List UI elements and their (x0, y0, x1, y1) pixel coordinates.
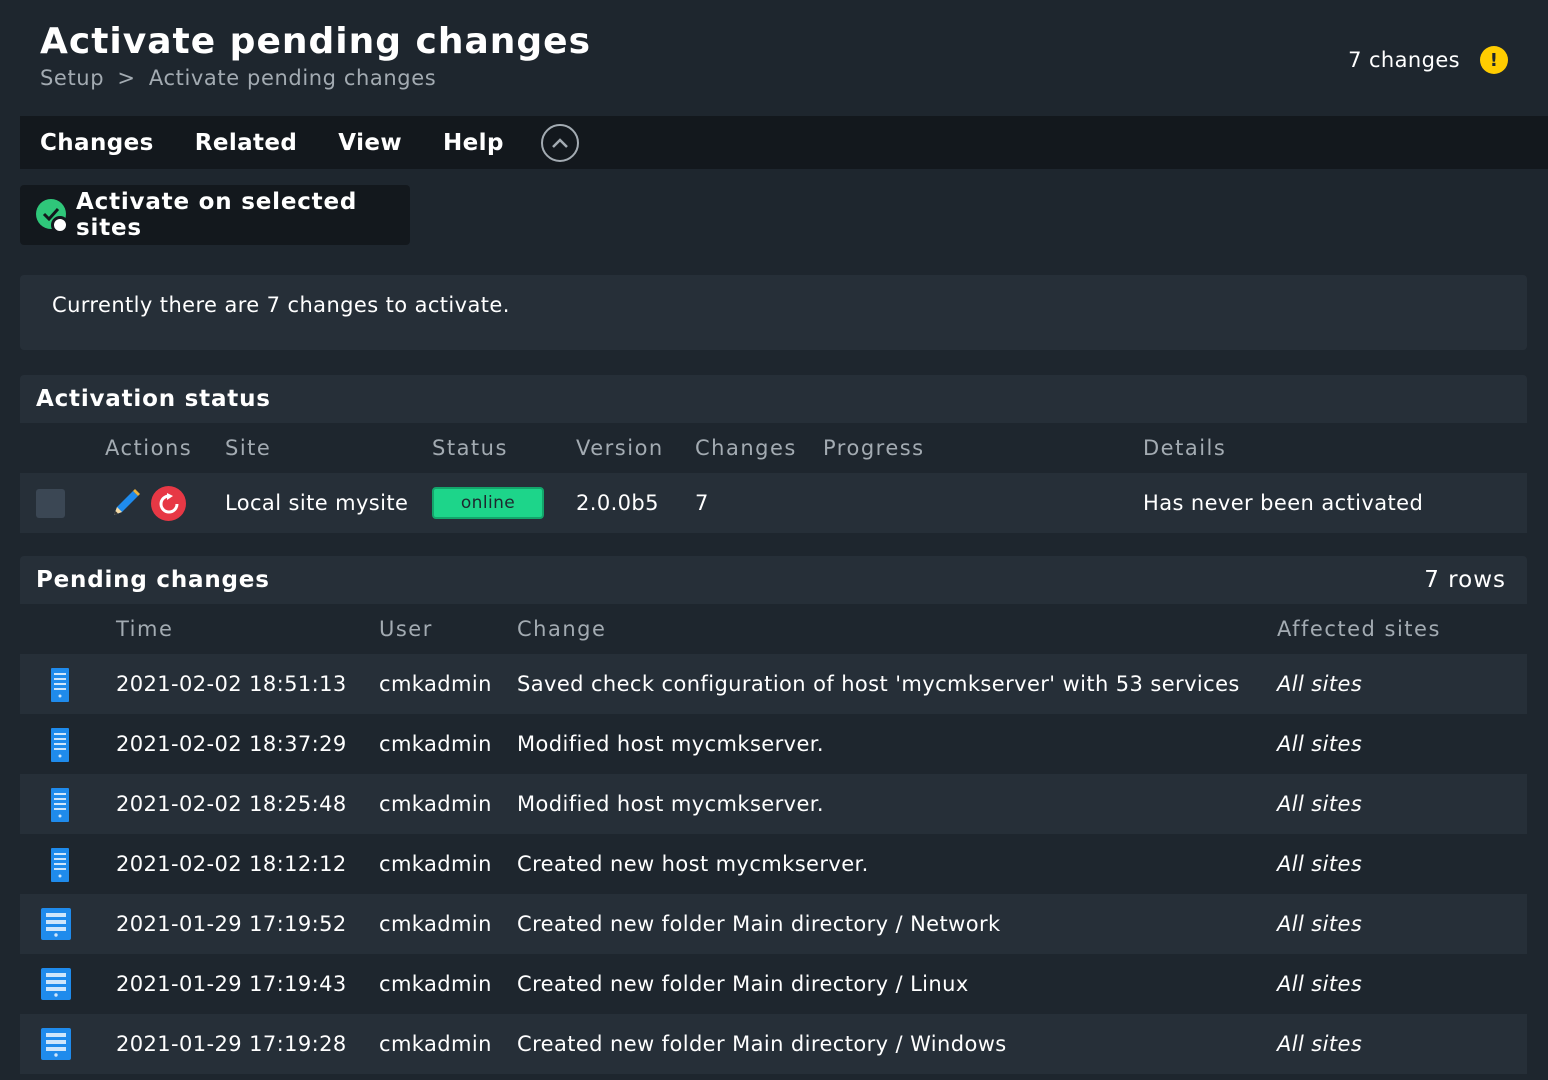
change-text: Created new host mycmkserver. (517, 852, 869, 876)
breadcrumb: Setup > Activate pending changes (40, 66, 591, 90)
site-select-checkbox[interactable] (36, 489, 65, 518)
collapse-menu-button[interactable] (540, 123, 579, 162)
menu-view[interactable]: View (338, 130, 402, 156)
table-row: 2021-02-02 18:37:29 cmkadmin Modified host… (20, 714, 1527, 774)
affected-sites: All sites (1277, 972, 1363, 996)
folder-icon (41, 908, 71, 940)
change-user: cmkadmin (379, 1032, 492, 1056)
table-row: 2021-02-02 18:12:12 cmkadmin Created new h… (20, 834, 1527, 894)
row-count: 7 rows (1424, 567, 1506, 593)
change-text: Created new folder Main directory / Netw… (517, 912, 1001, 936)
change-user: cmkadmin (379, 792, 492, 816)
menu-help[interactable]: Help (443, 130, 504, 156)
host-icon (51, 668, 69, 702)
host-icon (51, 728, 69, 762)
restart-icon[interactable] (151, 486, 186, 521)
affected-sites: All sites (1277, 1032, 1363, 1056)
host-icon (51, 788, 69, 822)
pending-rows: 2021-02-02 18:51:13 cmkadmin Saved check c… (20, 654, 1527, 1074)
col-progress: Progress (823, 436, 925, 460)
affected-sites: All sites (1277, 912, 1363, 936)
change-time: 2021-02-02 18:25:48 (116, 792, 347, 816)
folder-icon (41, 968, 71, 1000)
change-time: 2021-01-29 17:19:43 (116, 972, 347, 996)
col-status: Status (432, 436, 508, 460)
pencil-icon[interactable] (108, 487, 142, 521)
col-change: Change (517, 617, 607, 641)
col-changes: Changes (695, 436, 797, 460)
site-name: Local site mysite (225, 491, 409, 515)
breadcrumb-separator: > (117, 66, 136, 90)
change-user: cmkadmin (379, 852, 492, 876)
col-site: Site (225, 436, 272, 460)
changes-count-label[interactable]: 7 changes (1348, 48, 1460, 72)
change-time: 2021-01-29 17:19:52 (116, 912, 347, 936)
col-version: Version (576, 436, 664, 460)
change-time: 2021-02-02 18:37:29 (116, 732, 347, 756)
table-row: 2021-01-29 17:19:52 cmkadmin Created new f… (20, 894, 1527, 954)
table-row: 2021-02-02 18:51:13 cmkadmin Saved check c… (20, 654, 1527, 714)
activate-icon (36, 199, 69, 234)
table-row: 2021-01-29 17:19:28 cmkadmin Created new f… (20, 1014, 1527, 1074)
host-icon (51, 848, 69, 882)
change-user: cmkadmin (379, 972, 492, 996)
site-changes: 7 (695, 491, 709, 515)
breadcrumb-setup[interactable]: Setup (40, 66, 104, 90)
menu-changes[interactable]: Changes (40, 130, 154, 156)
col-actions: Actions (105, 436, 193, 460)
change-text: Modified host mycmkserver. (517, 792, 824, 816)
col-time: Time (116, 617, 174, 641)
activation-table-header: Actions Site Status Version Changes Prog… (20, 423, 1527, 473)
change-user: cmkadmin (379, 732, 492, 756)
info-message: Currently there are 7 changes to activat… (20, 275, 1527, 350)
activation-status-header[interactable]: Activation status (20, 375, 1527, 423)
chevron-up-icon (551, 137, 568, 148)
change-user: cmkadmin (379, 912, 492, 936)
change-text: Created new folder Main directory / Linu… (517, 972, 969, 996)
affected-sites: All sites (1277, 792, 1363, 816)
affected-sites: All sites (1277, 852, 1363, 876)
change-user: cmkadmin (379, 672, 492, 696)
pending-changes-header[interactable]: Pending changes 7 rows (20, 556, 1527, 604)
folder-icon (41, 1028, 71, 1060)
breadcrumb-current[interactable]: Activate pending changes (149, 66, 436, 90)
status-badge: online (432, 487, 544, 519)
activation-status-panel: Activation status Actions Site Status Ve… (20, 375, 1527, 533)
col-details: Details (1143, 436, 1227, 460)
affected-sites: All sites (1277, 732, 1363, 756)
activate-selected-sites-button[interactable]: Activate on selected sites (20, 185, 410, 245)
activate-button-label: Activate on selected sites (76, 189, 358, 241)
change-text: Created new folder Main directory / Wind… (517, 1032, 1007, 1056)
table-row: 2021-02-02 18:25:48 cmkadmin Modified host… (20, 774, 1527, 834)
affected-sites: All sites (1277, 672, 1363, 696)
menu-bar: Changes Related View Help (20, 116, 1548, 169)
page-title: Activate pending changes (40, 21, 592, 62)
pending-table-header: Time User Change Affected sites (20, 604, 1527, 654)
info-text: Currently there are 7 changes to activat… (52, 293, 510, 317)
activation-status-title: Activation status (36, 386, 271, 412)
change-time: 2021-02-02 18:51:13 (116, 672, 347, 696)
menu-related[interactable]: Related (195, 130, 298, 156)
pending-changes-indicator[interactable]: 7 changes ! (1348, 46, 1508, 74)
pending-changes-panel: Pending changes 7 rows Time User Change … (20, 556, 1527, 1074)
site-details: Has never been activated (1143, 491, 1424, 515)
change-text: Modified host mycmkserver. (517, 732, 824, 756)
site-row: Local site mysite online 2.0.0b5 7 Has n… (20, 473, 1527, 533)
change-text: Saved check configuration of host 'mycmk… (517, 672, 1240, 696)
col-user: User (379, 617, 433, 641)
change-time: 2021-01-29 17:19:28 (116, 1032, 347, 1056)
title-bar: Activate pending changes Setup > Activat… (40, 20, 591, 90)
table-row: 2021-01-29 17:19:43 cmkadmin Created new f… (20, 954, 1527, 1014)
warning-icon[interactable]: ! (1480, 46, 1508, 74)
pending-changes-title: Pending changes (36, 567, 270, 593)
change-time: 2021-02-02 18:12:12 (116, 852, 347, 876)
col-affected-sites: Affected sites (1277, 617, 1441, 641)
site-version: 2.0.0b5 (576, 491, 659, 515)
